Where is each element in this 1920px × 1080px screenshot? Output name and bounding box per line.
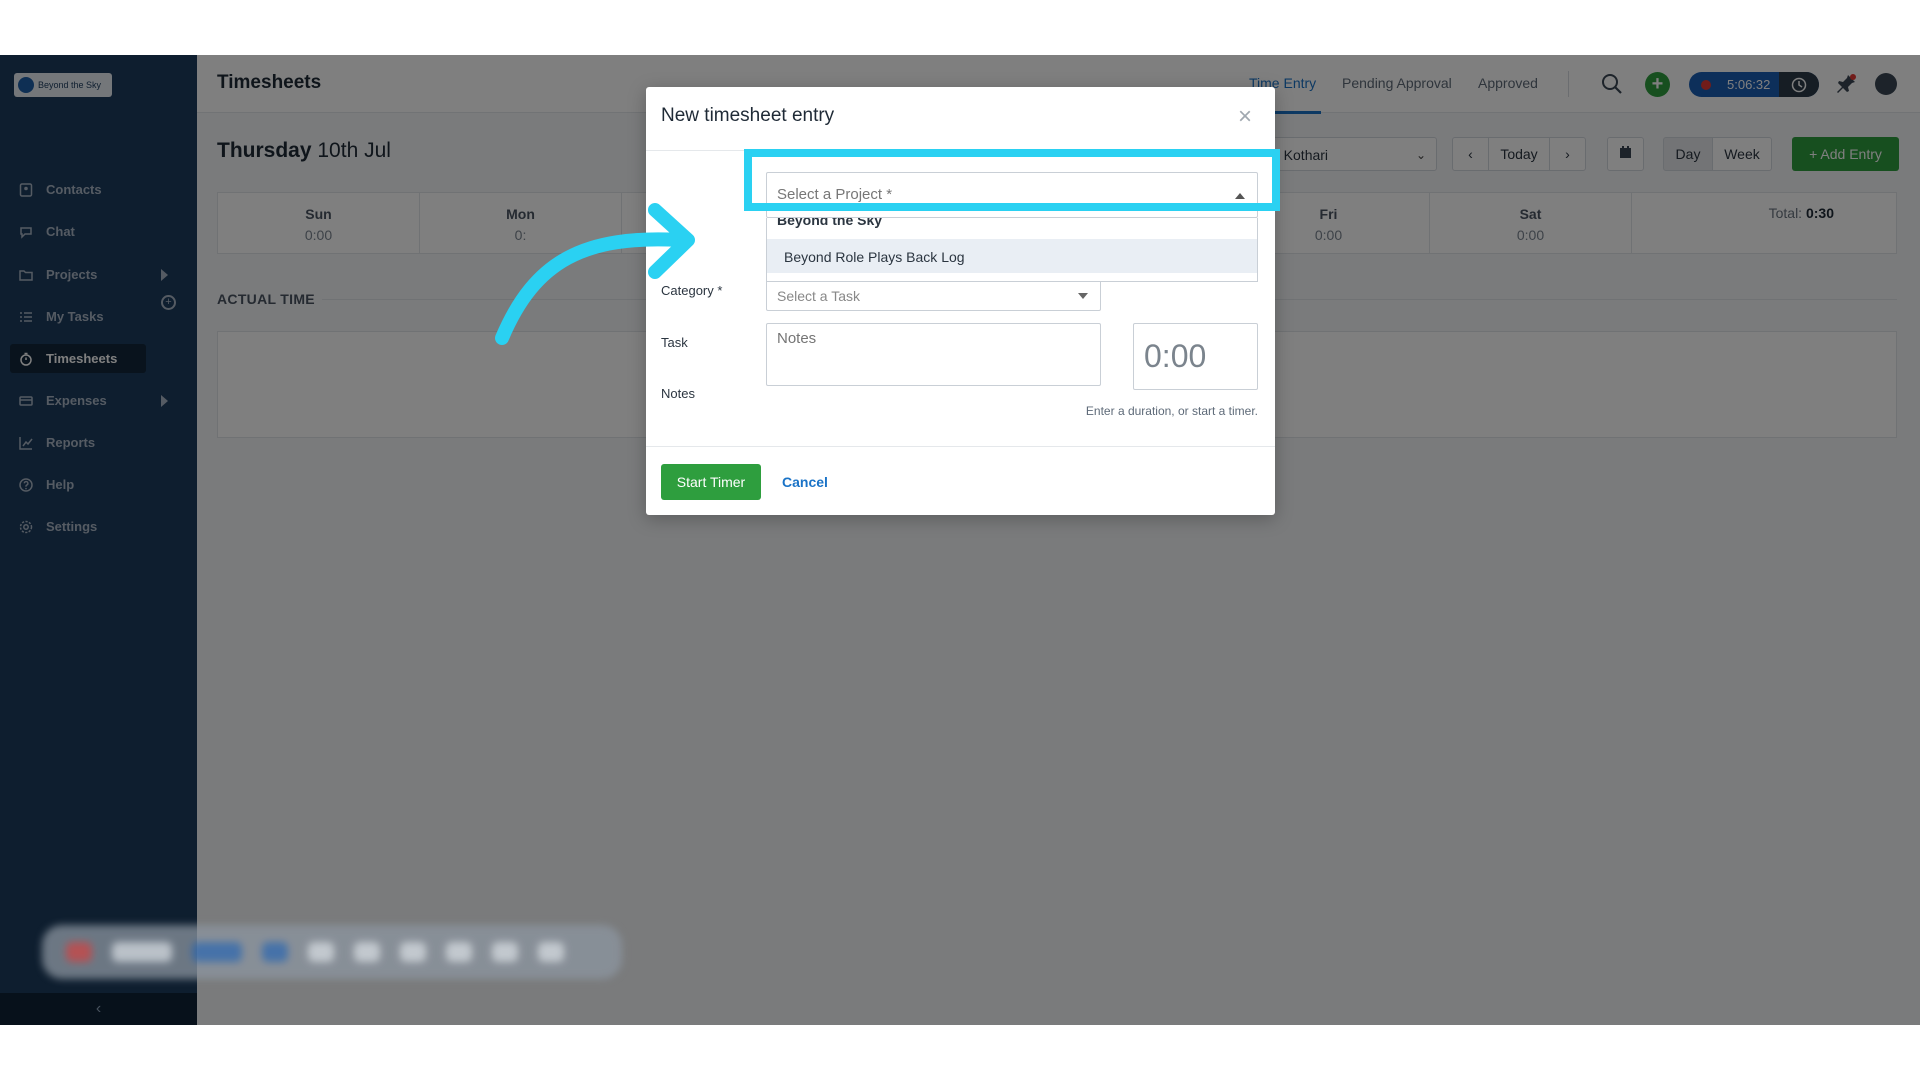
- blurred-icon: [446, 942, 472, 962]
- blurred-icon: [112, 942, 172, 962]
- blurred-icon: [262, 942, 288, 962]
- start-timer-button[interactable]: Start Timer: [661, 464, 761, 500]
- duration-hint: Enter a duration, or start a timer.: [1085, 404, 1258, 418]
- blurred-taskbar: [42, 925, 622, 979]
- blurred-icon: [192, 942, 242, 962]
- project-dropdown-list: Beyond the Sky Beyond Role Plays Back Lo…: [766, 218, 1258, 282]
- dropdown-group-header: Beyond the Sky: [777, 218, 883, 228]
- close-icon[interactable]: ×: [1238, 105, 1252, 129]
- task-placeholder: Select a Task: [777, 288, 861, 304]
- blurred-icon: [538, 942, 564, 962]
- blurred-icon: [492, 942, 518, 962]
- notes-label: Notes: [661, 386, 695, 401]
- task-select[interactable]: Select a Task: [766, 279, 1101, 311]
- modal-title: New timesheet entry: [661, 105, 835, 126]
- blurred-icon: [308, 942, 334, 962]
- notes-field[interactable]: [766, 323, 1101, 386]
- dropdown-option[interactable]: Beyond Role Plays Back Log: [767, 239, 1257, 273]
- blurred-icon: [400, 942, 426, 962]
- duration-input[interactable]: 0:00: [1133, 323, 1258, 390]
- divider: [646, 446, 1275, 447]
- app-window: Beyond the Sky Contacts Chat Projects My…: [0, 55, 1920, 1025]
- caret-down-icon: [1078, 293, 1088, 299]
- blurred-icon: [66, 942, 92, 962]
- highlight-box: [744, 149, 1280, 211]
- blurred-icon: [354, 942, 380, 962]
- cancel-button[interactable]: Cancel: [782, 474, 828, 490]
- pointer-arrow-icon: [495, 203, 695, 345]
